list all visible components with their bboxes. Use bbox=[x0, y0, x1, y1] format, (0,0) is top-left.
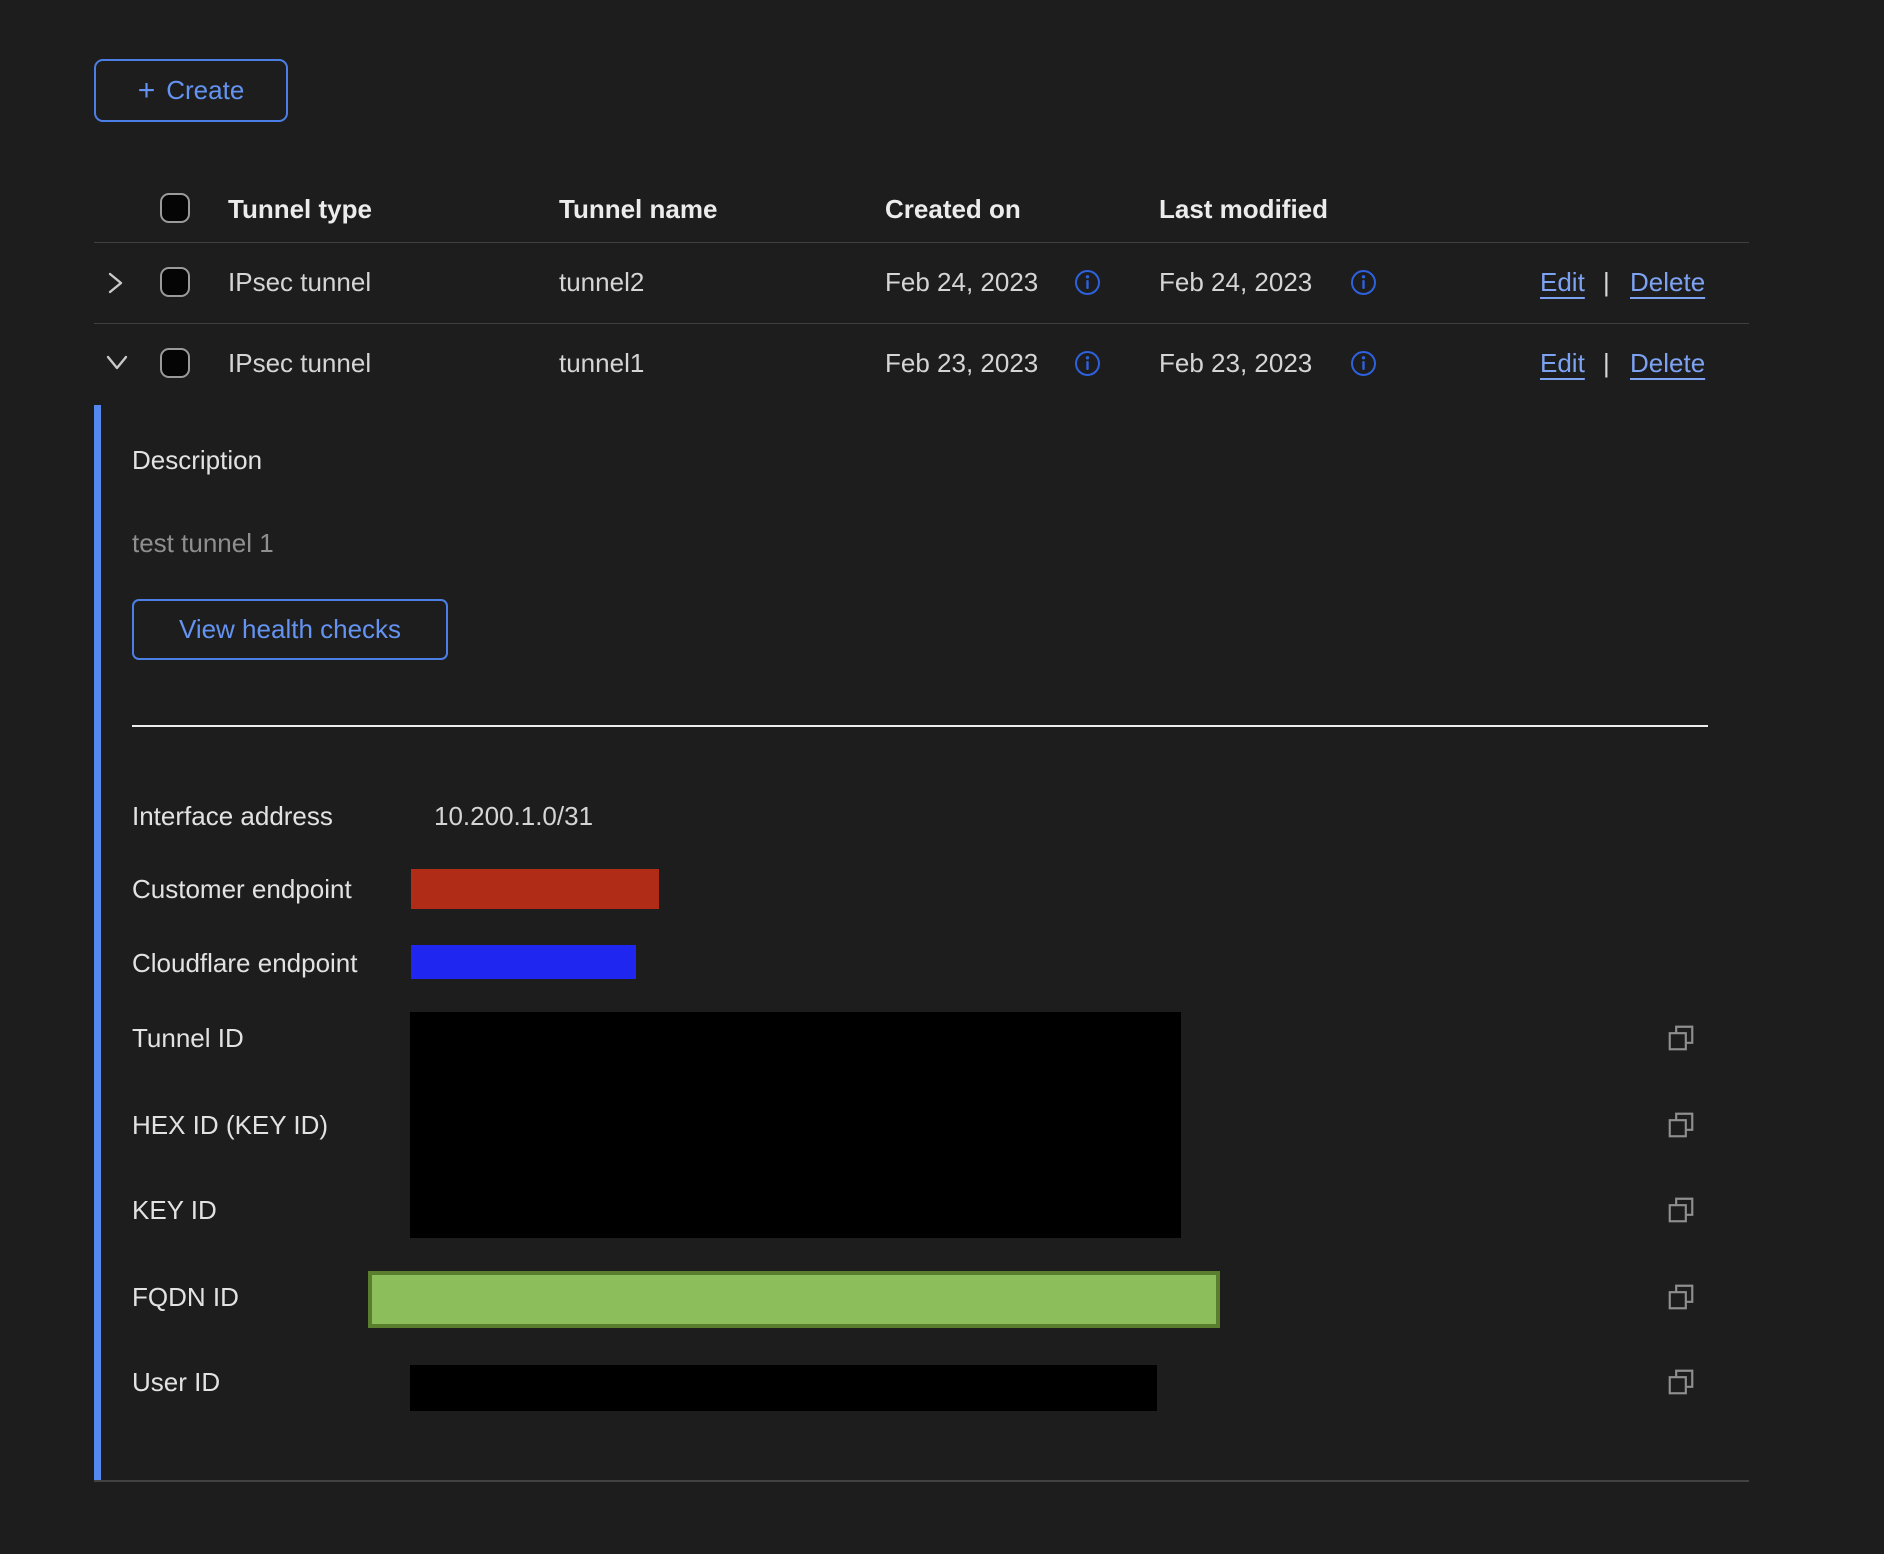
delete-link[interactable]: Delete bbox=[1630, 266, 1705, 298]
info-icon[interactable] bbox=[1350, 269, 1377, 301]
edit-link[interactable]: Edit bbox=[1540, 347, 1585, 379]
header-tunnel-type: Tunnel type bbox=[228, 193, 372, 225]
select-all-checkbox[interactable] bbox=[160, 193, 190, 223]
panel-bottom-divider bbox=[94, 1480, 1749, 1482]
view-health-checks-label: View health checks bbox=[179, 614, 401, 645]
description-label: Description bbox=[132, 444, 262, 476]
customer-endpoint-redacted-value bbox=[411, 869, 659, 909]
cell-last-modified: Feb 24, 2023 bbox=[1159, 266, 1312, 298]
delete-link[interactable]: Delete bbox=[1630, 347, 1705, 379]
action-separator: | bbox=[1603, 266, 1610, 298]
copy-icon[interactable] bbox=[1666, 1367, 1696, 1402]
action-separator: | bbox=[1603, 347, 1610, 379]
section-divider bbox=[132, 725, 1708, 727]
cell-tunnel-type: IPsec tunnel bbox=[228, 347, 371, 379]
cell-tunnel-name: tunnel2 bbox=[559, 266, 644, 298]
chevron-right-icon[interactable] bbox=[102, 268, 128, 303]
create-button-label: Create bbox=[166, 75, 244, 106]
interface-address-value: 10.200.1.0/31 bbox=[434, 800, 593, 832]
ipsec-tunnels-page: + Create Tunnel type Tunnel name Created… bbox=[0, 0, 1884, 1554]
copy-icon[interactable] bbox=[1666, 1282, 1696, 1317]
chevron-down-icon[interactable] bbox=[102, 349, 132, 380]
fqdn-id-label: FQDN ID bbox=[132, 1281, 239, 1313]
copy-icon[interactable] bbox=[1666, 1110, 1696, 1145]
interface-address-label: Interface address bbox=[132, 800, 333, 832]
cell-last-modified: Feb 23, 2023 bbox=[1159, 347, 1312, 379]
view-health-checks-button[interactable]: View health checks bbox=[132, 599, 448, 660]
description-value: test tunnel 1 bbox=[132, 527, 274, 559]
key-id-label: KEY ID bbox=[132, 1194, 217, 1226]
hex-id-label: HEX ID (KEY ID) bbox=[132, 1109, 328, 1141]
copy-icon[interactable] bbox=[1666, 1195, 1696, 1230]
customer-endpoint-label: Customer endpoint bbox=[132, 873, 352, 905]
header-created-on: Created on bbox=[885, 193, 1021, 225]
expanded-row-marker bbox=[94, 405, 101, 1481]
cell-tunnel-name: tunnel1 bbox=[559, 347, 644, 379]
info-icon[interactable] bbox=[1074, 350, 1101, 382]
fqdn-id-redacted-value bbox=[368, 1271, 1220, 1328]
copy-icon[interactable] bbox=[1666, 1023, 1696, 1058]
edit-link[interactable]: Edit bbox=[1540, 266, 1585, 298]
create-button[interactable]: + Create bbox=[94, 59, 288, 122]
cell-tunnel-type: IPsec tunnel bbox=[228, 266, 371, 298]
cloudflare-endpoint-label: Cloudflare endpoint bbox=[132, 947, 358, 979]
ids-redacted-value bbox=[410, 1012, 1181, 1238]
plus-icon: + bbox=[138, 76, 156, 106]
row-checkbox[interactable] bbox=[160, 348, 190, 378]
info-icon[interactable] bbox=[1350, 350, 1377, 382]
row-divider bbox=[94, 323, 1749, 324]
cell-created-on: Feb 23, 2023 bbox=[885, 347, 1038, 379]
header-last-modified: Last modified bbox=[1159, 193, 1328, 225]
row-checkbox[interactable] bbox=[160, 267, 190, 297]
user-id-redacted-value bbox=[410, 1365, 1157, 1411]
user-id-label: User ID bbox=[132, 1366, 220, 1398]
cloudflare-endpoint-redacted-value bbox=[411, 945, 636, 979]
cell-created-on: Feb 24, 2023 bbox=[885, 266, 1038, 298]
tunnel-id-label: Tunnel ID bbox=[132, 1022, 244, 1054]
header-divider bbox=[94, 242, 1749, 243]
info-icon[interactable] bbox=[1074, 269, 1101, 301]
header-tunnel-name: Tunnel name bbox=[559, 193, 717, 225]
